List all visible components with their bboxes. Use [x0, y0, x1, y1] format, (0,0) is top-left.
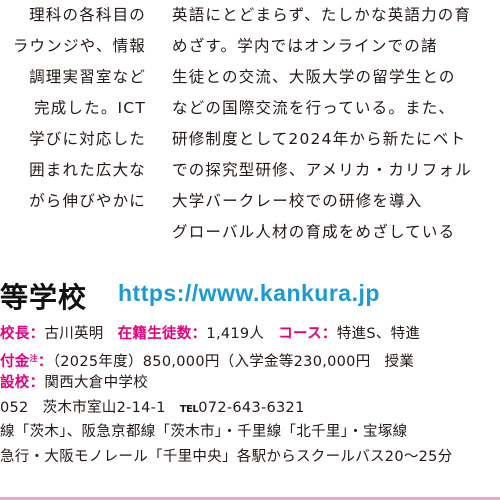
junior-high-value: 関西大倉中学校: [44, 375, 149, 391]
students-label: 在籍生徒数：: [117, 326, 207, 342]
intro-right-line: 大学バークレー校での研修を導入: [172, 192, 423, 210]
principal-value: 古川英明: [44, 326, 104, 342]
access-text: 線「茨木」、阪急京都線「茨木市」・千里線「北千里」・宝塚線: [0, 424, 408, 440]
intro-right-line: 生徒との交流、大阪大学の留学生との: [172, 68, 456, 86]
students-value: 1,419人: [206, 326, 265, 342]
intro-left-line: 調理実習室など: [29, 68, 146, 86]
school-name: 等学校: [0, 281, 88, 314]
school-website-link[interactable]: https://www.kankura.jp: [118, 280, 380, 307]
principal-label: 校長：: [0, 326, 45, 342]
school-heading: 等学校 https://www.kankura.jp: [0, 276, 500, 316]
tel-number: 072-643-6321: [198, 399, 305, 416]
intro-left-line: 囲まれた広大な: [29, 161, 146, 179]
intro-right-line: 研修制度として2024年から新たにベト: [172, 130, 467, 148]
info-line-access-2: 急行・大阪モノレール「千里中央」各駅からスクールバス20～25分: [0, 445, 500, 470]
fee-value: （2025年度）850,000円（入学金等230,000円: [52, 353, 371, 370]
fee-colon: ：: [37, 353, 53, 370]
fee-label: 付金: [0, 353, 30, 370]
intro-right-line: での探究型研修、アメリカ・カリフォル: [172, 161, 472, 179]
intro-right-line: 英語にとどまらず、たしかな英語力の育: [172, 6, 472, 24]
intro-text-left-column: 理科の各科目の ラウンジや、情報 調理実習室など 完成した。ICT 学びに対応し…: [0, 0, 145, 217]
course-value: 特進S、特進: [336, 326, 421, 342]
intro-left-line: ラウンジや、情報: [12, 37, 146, 55]
intro-right-line: めざす。学内ではオンラインでの諸: [172, 37, 438, 55]
intro-left-line: 学びに対応した: [29, 130, 146, 148]
postal-code: 052: [0, 399, 29, 416]
intro-text-right-column: 英語にとどまらず、たしかな英語力の育 めざす。学内ではオンラインでの諸 生徒との…: [172, 0, 500, 248]
info-line-junior-high: 設校：関西大倉中学校: [0, 371, 500, 396]
intro-right-line: などの国際交流を行っている。また、: [172, 99, 456, 117]
info-line-access-1: 線「茨木」、阪急京都線「茨木市」・千里線「北千里」・宝塚線: [0, 420, 500, 445]
intro-left-line: 理科の各科目の: [29, 6, 146, 24]
address: 茨木市室山2-14-1: [42, 399, 166, 416]
info-line-address: 052 茨木市室山2-14-1 TEL072-643-6321: [0, 396, 500, 421]
school-info-block: 校長：古川英明 在籍生徒数：1,419人 コース：特進S、特進 付金注：（2025年…: [0, 322, 500, 469]
fee-tail: 授業: [384, 353, 415, 370]
junior-high-label: 設校：: [0, 375, 45, 391]
intro-left-line: 完成した。ICT: [34, 99, 146, 117]
tel-mark: TEL: [179, 403, 199, 415]
info-line-fee: 付金注：（2025年度）850,000円（入学金等230,000円 授業: [0, 347, 500, 372]
fee-note-mark: 注: [29, 353, 38, 363]
info-line-principal: 校長：古川英明 在籍生徒数：1,419人 コース：特進S、特進: [0, 322, 500, 347]
course-label: コース：: [278, 326, 337, 342]
access-text: 急行・大阪モノレール「千里中央」各駅からスクールバス20～25分: [0, 448, 453, 465]
intro-left-line: がら伸びやかに: [29, 192, 146, 210]
intro-right-line: グローバル人材の育成をめざしている: [172, 223, 456, 241]
